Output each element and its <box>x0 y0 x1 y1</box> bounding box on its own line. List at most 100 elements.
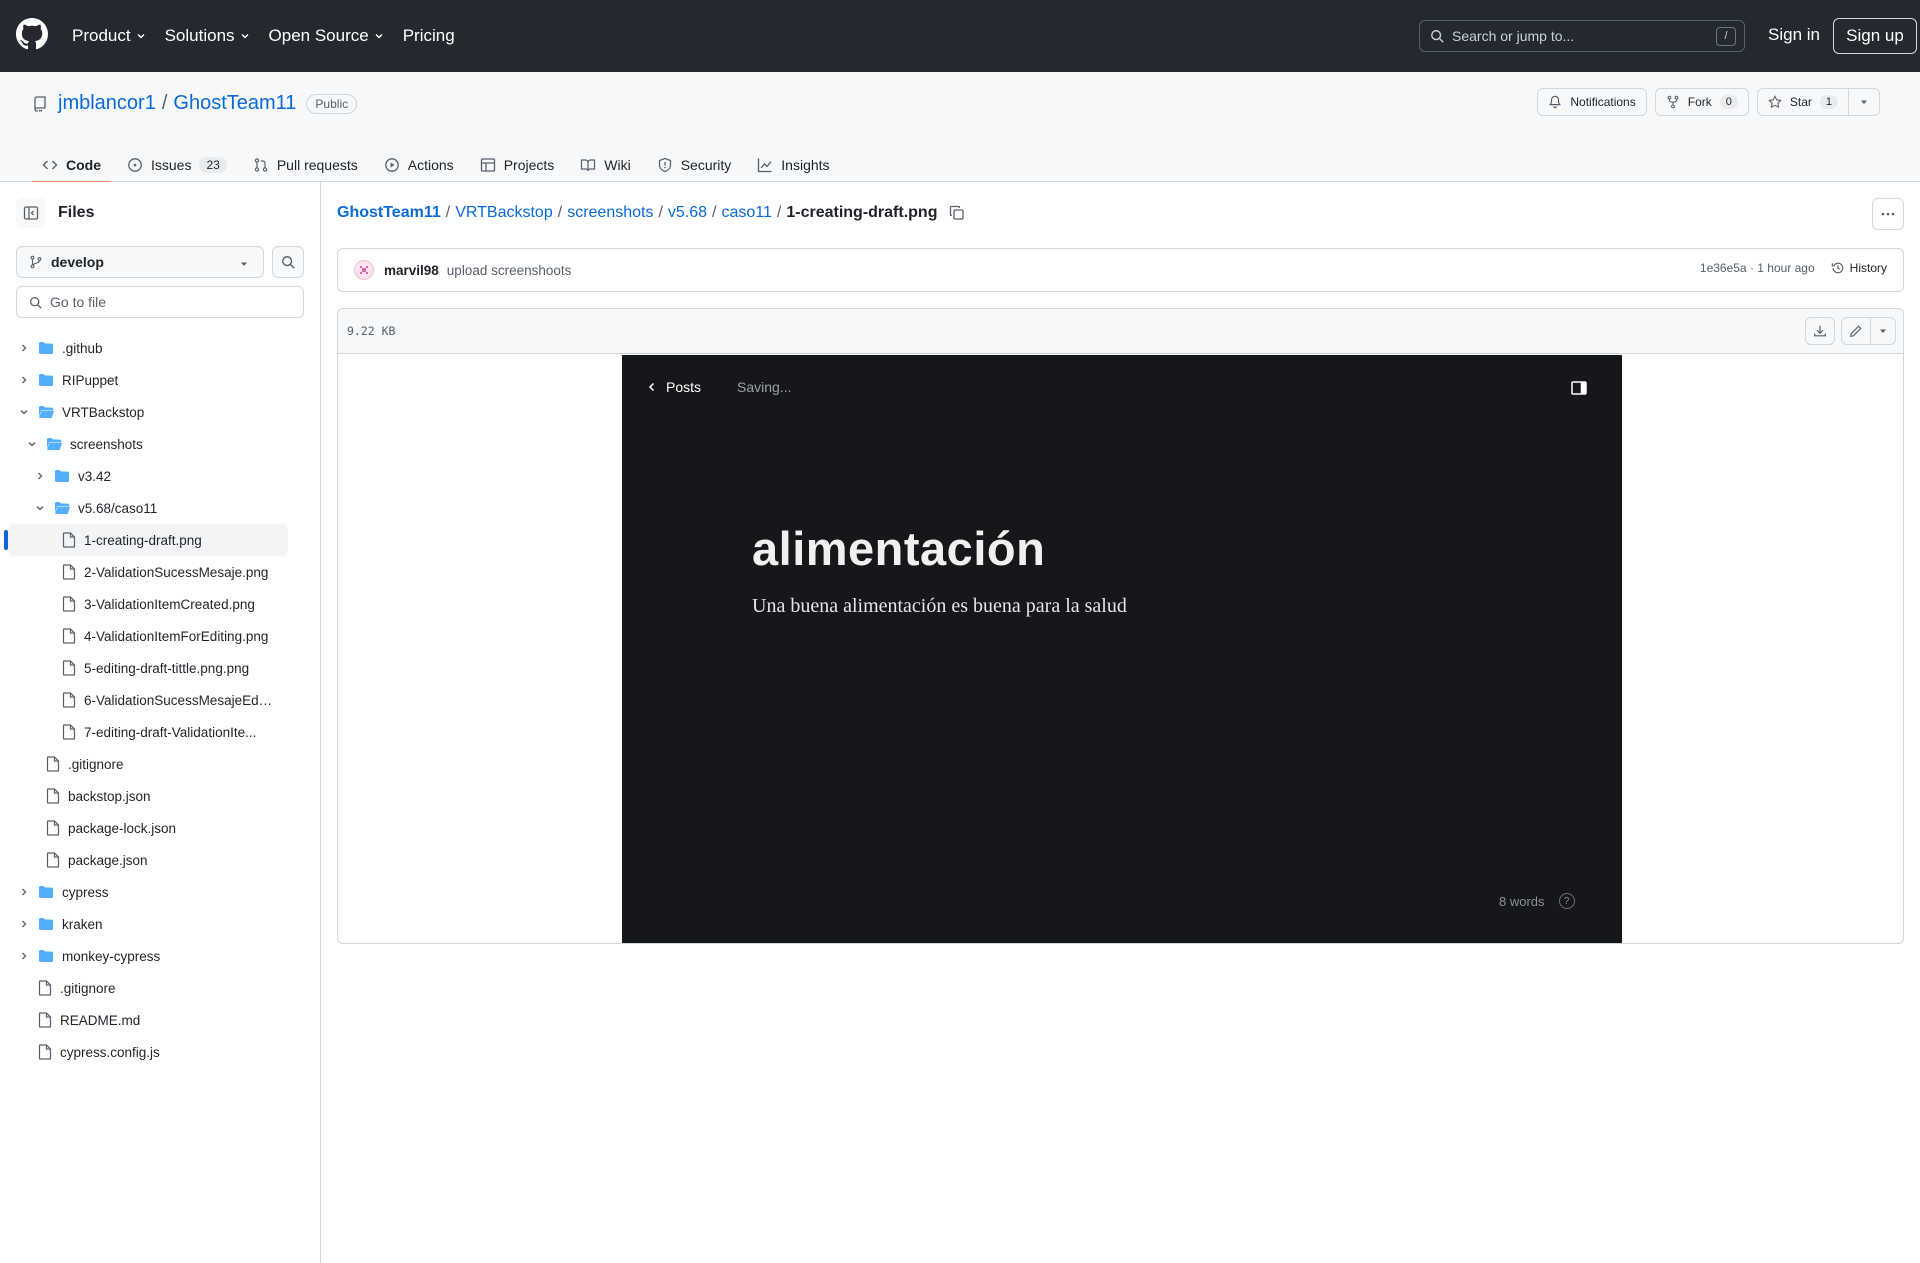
file-icon <box>62 660 76 676</box>
search-files-button[interactable] <box>272 246 304 278</box>
star-button-group: Star 1 <box>1756 88 1880 116</box>
chevron-down-icon[interactable] <box>32 503 48 513</box>
copy-path-icon[interactable] <box>949 205 965 221</box>
go-to-file-input[interactable]: Go to file <box>16 286 304 318</box>
tree-file[interactable]: README.md <box>8 1004 288 1036</box>
chevron-right-icon[interactable] <box>16 919 32 929</box>
tree-file[interactable]: .gitignore <box>8 972 288 1004</box>
file-tree-sidebar: Files develop Go to file .github RIPuppet… <box>0 182 321 1263</box>
nav-product[interactable]: Product <box>72 26 147 46</box>
tree-folder[interactable]: kraken <box>8 908 288 940</box>
tab-issues[interactable]: Issues 23 <box>117 148 237 182</box>
tab-wiki[interactable]: Wiki <box>570 148 640 182</box>
nav-product-label: Product <box>72 26 131 45</box>
chevron-right-icon[interactable] <box>16 375 32 385</box>
repo-name-link[interactable]: GhostTeam11 <box>173 92 296 115</box>
tab-projects[interactable]: Projects <box>470 148 565 182</box>
tree-folder[interactable]: screenshots <box>8 428 288 460</box>
tree-file[interactable]: 1-creating-draft.png <box>4 524 288 556</box>
go-to-file-placeholder: Go to file <box>50 294 107 310</box>
file-icon <box>62 724 76 740</box>
breadcrumb-link[interactable]: caso11 <box>722 204 772 222</box>
tree-file[interactable]: cypress.config.js <box>8 1036 288 1068</box>
history-button[interactable]: History <box>1831 261 1887 275</box>
star-button[interactable]: Star 1 <box>1756 88 1849 116</box>
tab-pull-requests[interactable]: Pull requests <box>243 148 368 182</box>
download-button[interactable] <box>1805 317 1835 345</box>
collapse-sidebar-button[interactable] <box>16 198 46 228</box>
breadcrumb-repo-link[interactable]: GhostTeam11 <box>337 204 441 222</box>
chevron-left-icon <box>648 382 656 392</box>
breadcrumb-link[interactable]: VRTBackstop <box>455 204 553 222</box>
global-search-input[interactable]: Search or jump to... / <box>1419 20 1745 52</box>
github-logo-icon[interactable] <box>16 18 48 50</box>
tree-file[interactable]: package.json <box>8 844 288 876</box>
avatar[interactable] <box>354 260 374 280</box>
notifications-button[interactable]: Notifications <box>1537 88 1647 116</box>
chevron-down-icon[interactable] <box>24 439 40 449</box>
tree-file[interactable]: 3-ValidationItemCreated.png <box>8 588 288 620</box>
tree-folder[interactable]: cypress <box>8 876 288 908</box>
preview-back-label: Posts <box>666 379 702 395</box>
tree-file[interactable]: 2-ValidationSucessMesaje.png <box>8 556 288 588</box>
commit-meta-group: 1e36e5a · 1 hour ago History <box>1700 261 1887 275</box>
star-count: 1 <box>1819 95 1838 109</box>
tree-file[interactable]: 6-ValidationSucessMesajeEdit... <box>8 684 288 716</box>
breadcrumb-link[interactable]: v5.68 <box>668 204 707 222</box>
tab-security[interactable]: Security <box>647 148 742 182</box>
chevron-right-icon[interactable] <box>16 951 32 961</box>
more-options-button[interactable] <box>1872 198 1904 230</box>
tree-folder[interactable]: VRTBackstop <box>8 396 288 428</box>
tab-wiki-label: Wiki <box>604 157 631 173</box>
tree-folder[interactable]: RIPuppet <box>8 364 288 396</box>
tree-item-label: 2-ValidationSucessMesaje.png <box>84 564 269 580</box>
tree-item-label: VRTBackstop <box>62 404 145 420</box>
nav-open-source[interactable]: Open Source <box>269 26 385 46</box>
tree-folder[interactable]: v3.42 <box>8 460 288 492</box>
tree-item-label: monkey-cypress <box>62 948 161 964</box>
tree-folder[interactable]: .github <box>8 332 288 364</box>
tab-actions[interactable]: Actions <box>374 148 464 182</box>
tree-file[interactable]: package-lock.json <box>8 812 288 844</box>
nav-solutions[interactable]: Solutions <box>165 26 251 46</box>
commit-author[interactable]: marvil98 <box>384 263 439 278</box>
tree-item-label: v3.42 <box>78 468 112 484</box>
tab-insights[interactable]: Insights <box>747 148 839 182</box>
chevron-down-icon[interactable] <box>16 407 32 417</box>
fork-button[interactable]: Fork 0 <box>1654 88 1749 116</box>
sign-in-link[interactable]: Sign in <box>1768 25 1820 45</box>
commit-meta[interactable]: 1e36e5a · 1 hour ago <box>1700 261 1815 275</box>
tree-file[interactable]: 5-editing-draft-tittle.png.png <box>8 652 288 684</box>
repo-owner-link[interactable]: jmblancor1 <box>58 92 156 115</box>
chevron-right-icon[interactable] <box>32 471 48 481</box>
repo-title: jmblancor1 / GhostTeam11 Public <box>32 92 358 115</box>
file-viewer-header: 9.22 KB <box>338 309 1903 354</box>
folder-open-icon <box>46 436 62 452</box>
breadcrumb-link[interactable]: screenshots <box>567 204 653 222</box>
folder-open-icon <box>38 404 54 420</box>
file-icon <box>38 980 52 996</box>
tree-file[interactable]: 4-ValidationItemForEditing.png <box>8 620 288 652</box>
tree-item-label: .github <box>62 340 103 356</box>
chevron-right-icon[interactable] <box>16 887 32 897</box>
edit-button[interactable] <box>1841 317 1871 345</box>
file-icon <box>62 564 76 580</box>
tree-file[interactable]: .gitignore <box>8 748 288 780</box>
tree-folder[interactable]: monkey-cypress <box>8 940 288 972</box>
folder-icon <box>38 884 54 900</box>
file-icon <box>38 1044 52 1060</box>
commit-message[interactable]: upload screenshoots <box>447 263 572 278</box>
bell-icon <box>1548 95 1562 109</box>
tree-file[interactable]: backstop.json <box>8 780 288 812</box>
chevron-right-icon[interactable] <box>16 343 32 353</box>
tree-file[interactable]: 7-editing-draft-ValidationIte... <box>8 716 288 748</box>
tree-folder[interactable]: v5.68/caso11 <box>8 492 288 524</box>
star-label: Star <box>1789 95 1812 109</box>
tab-code[interactable]: Code <box>32 148 111 183</box>
star-dropdown-button[interactable] <box>1849 88 1880 116</box>
edit-dropdown-button[interactable] <box>1870 317 1896 345</box>
sign-up-button[interactable]: Sign up <box>1833 18 1917 54</box>
image-preview: Posts Saving... alimentación Una buena a… <box>622 355 1622 943</box>
branch-selector[interactable]: develop <box>16 246 264 278</box>
nav-pricing[interactable]: Pricing <box>403 26 455 46</box>
